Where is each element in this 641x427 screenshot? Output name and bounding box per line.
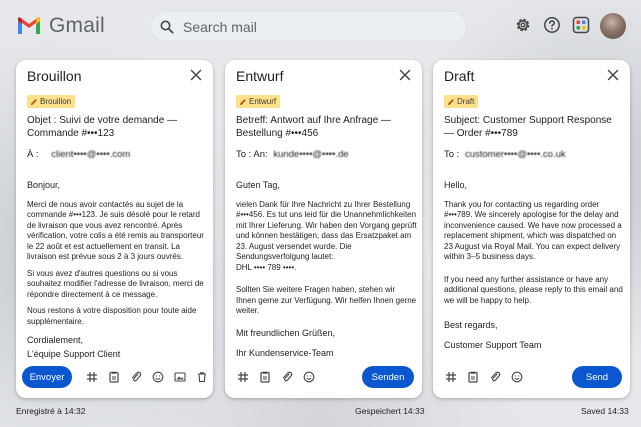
attach-icon[interactable] (281, 371, 293, 383)
settings-icon[interactable] (514, 16, 532, 34)
body-paragraph: vielen Dank für Ihre Nachricht zu Ihrer … (236, 199, 417, 262)
draft-badge: Draft (444, 95, 479, 108)
pencil-icon (31, 98, 37, 105)
to-address: customer••••@••••.co.uk (464, 149, 566, 160)
closing: Cordialement, (27, 335, 84, 345)
emoji-icon[interactable] (511, 371, 523, 383)
body-paragraph: Merci de nous avoir contactés au sujet d… (27, 199, 204, 262)
close-icon[interactable] (399, 69, 411, 81)
search-icon (160, 20, 174, 34)
pencil-icon (448, 98, 454, 105)
recipient-line[interactable]: To : customer••••@••••.co.uk (444, 149, 624, 160)
draft-card-english: Draft Draft Subject: Customer Support Re… (433, 60, 630, 398)
body-paragraph: Si vous avez d'autres questions ou si vo… (27, 268, 204, 299)
format-icon[interactable] (86, 371, 98, 383)
compose-toolbar: Senden (225, 364, 422, 390)
message-body[interactable]: Guten Tag, vielen Dank für Ihre Nachrich… (236, 180, 417, 360)
top-bar: Gmail (0, 0, 641, 52)
draft-badge-label: Draft (457, 97, 475, 106)
subject-line[interactable]: Betreff: Antwort auf Ihre Anfrage — Best… (236, 114, 414, 140)
emoji-icon[interactable] (303, 371, 315, 383)
body-paragraph: Thank you for contacting us regarding or… (444, 199, 622, 262)
body-paragraph: Nous restons à votre disposition pour to… (27, 306, 197, 326)
draft-badge-label: Brouillon (40, 97, 72, 106)
gmail-logo[interactable]: Gmail (16, 14, 105, 38)
greeting: Hello, (444, 180, 468, 190)
card-title: Draft (444, 68, 475, 84)
send-button[interactable]: Send (572, 366, 622, 388)
template-icon[interactable] (108, 371, 120, 383)
signature: L'équipe Support Client (27, 349, 121, 359)
template-icon[interactable] (467, 371, 479, 383)
message-body[interactable]: Bonjour, Merci de nous avoir contactés a… (27, 180, 208, 361)
app-name: Gmail (49, 14, 105, 37)
send-button[interactable]: Senden (362, 366, 414, 388)
body-paragraph: If you need any further assistance or ha… (444, 274, 623, 305)
to-label: À : (27, 149, 39, 160)
send-button[interactable]: Envoyer (22, 366, 72, 388)
compose-toolbar: Envoyer (16, 364, 213, 390)
template-icon[interactable] (259, 371, 271, 383)
close-icon[interactable] (607, 69, 619, 81)
draft-badge: Brouillon (27, 95, 76, 108)
card-title: Entwurf (236, 68, 284, 84)
subject-line[interactable]: Subject: Customer Support Response — Ord… (444, 114, 622, 140)
image-icon[interactable] (174, 371, 186, 383)
close-icon[interactable] (190, 69, 202, 81)
trash-icon[interactable] (196, 371, 208, 383)
save-status-german: Gespeichert 14:33 (355, 406, 425, 416)
save-status-english: Saved 14:33 (581, 406, 629, 416)
signature: Customer Support Team (444, 340, 542, 350)
attach-icon[interactable] (130, 371, 142, 383)
compose-toolbar: Send (433, 364, 630, 390)
avatar[interactable] (600, 13, 626, 39)
greeting: Bonjour, (27, 180, 61, 190)
help-icon[interactable] (543, 16, 561, 34)
greeting: Guten Tag, (236, 180, 280, 190)
search-input[interactable] (183, 18, 443, 35)
recipient-line[interactable]: To : An: kunde••••@••••.de (236, 149, 416, 160)
to-address: client••••@••••.com (51, 149, 131, 160)
body-paragraph: Sollten Sie weitere Fragen haben, stehen… (236, 285, 417, 315)
attach-icon[interactable] (489, 371, 501, 383)
emoji-icon[interactable] (152, 371, 164, 383)
body-paragraph: DHL •••• 789 ••••. (236, 262, 297, 272)
card-title: Brouillon (27, 68, 82, 84)
pencil-icon (240, 98, 246, 105)
draft-card-french: Brouillon Brouillon Objet : Suivi de vot… (16, 60, 213, 398)
format-icon[interactable] (445, 371, 457, 383)
closing: Mit freundlichen Grüßen, (236, 327, 336, 338)
draft-card-german: Entwurf Entwurf Betreff: Antwort auf Ihr… (225, 60, 422, 398)
signature: Ihr Kundenservice-Team (236, 347, 334, 358)
gmail-m-icon (18, 17, 40, 34)
to-address: kunde••••@••••.de (273, 149, 349, 160)
save-status-french: Enregistré à 14:32 (16, 406, 86, 416)
search-bar[interactable] (150, 11, 467, 42)
subject-line[interactable]: Objet : Suivi de votre demande — Command… (27, 114, 205, 140)
to-label: To : An: (236, 149, 268, 160)
closing: Best regards, (444, 320, 498, 330)
apps-icon[interactable] (572, 16, 590, 34)
message-body[interactable]: Hello, Thank you for contacting us regar… (444, 180, 625, 352)
draft-badge: Entwurf (236, 95, 281, 108)
to-label: To : (444, 149, 460, 160)
format-icon[interactable] (237, 371, 249, 383)
recipient-line[interactable]: À : client••••@••••.com (27, 149, 207, 160)
draft-badge-label: Entwurf (249, 97, 277, 106)
